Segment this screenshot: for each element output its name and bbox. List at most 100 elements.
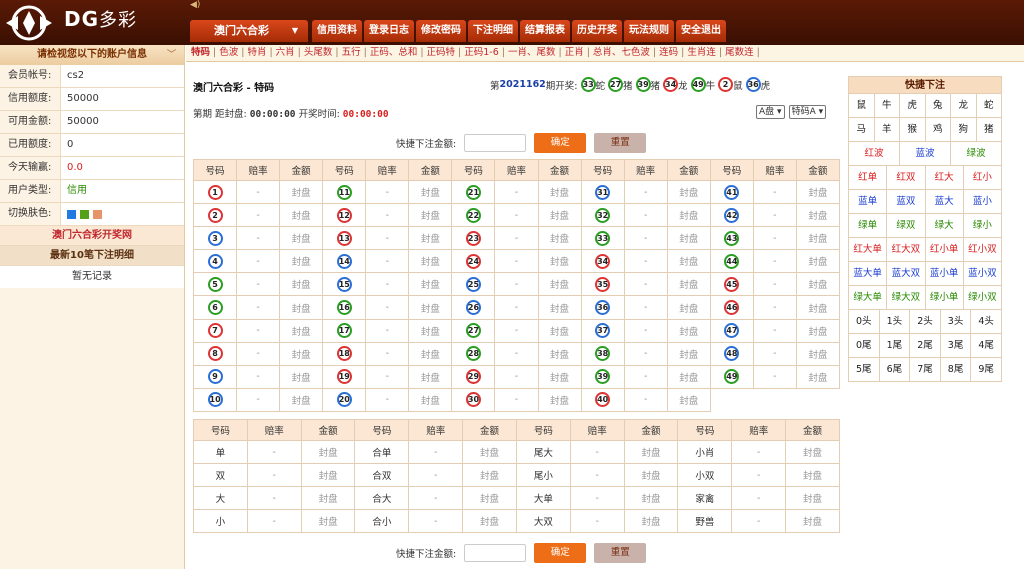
quick-bet-option[interactable]: 红小单 — [925, 238, 964, 262]
top-nav-item[interactable]: 玩法规则 — [624, 20, 674, 42]
amount-cell-closed[interactable]: 封盘 — [462, 463, 517, 488]
quick-bet-option[interactable]: 狗 — [951, 118, 977, 142]
sub-nav-item[interactable]: 正码、总和 — [370, 47, 418, 58]
amount-cell-closed[interactable]: 封盘 — [408, 249, 453, 274]
quick-bet-option[interactable]: 牛 — [874, 94, 900, 118]
reset-button[interactable]: 重置 — [594, 543, 647, 563]
reset-button[interactable]: 重置 — [594, 133, 647, 153]
quick-bet-option[interactable]: 绿单 — [849, 214, 888, 238]
quick-bet-option[interactable]: 红小双 — [963, 238, 1002, 262]
quick-bet-option[interactable]: 蓝大双 — [887, 262, 926, 286]
sub-nav-item[interactable]: 正码1-6 — [464, 47, 499, 58]
quick-bet-option[interactable]: 4尾 — [971, 334, 1002, 358]
amount-cell-closed[interactable]: 封盘 — [300, 439, 356, 465]
quick-bet-option[interactable]: 0头 — [849, 310, 880, 334]
sub-nav-item[interactable]: 生肖连 — [687, 47, 716, 58]
amount-cell-closed[interactable]: 封盘 — [300, 486, 356, 511]
sub-nav-item[interactable]: 六肖 — [276, 47, 295, 58]
quick-bet-option[interactable]: 鼠 — [849, 94, 875, 118]
sidebar-header[interactable]: 请检视您以下的账户信息 ﹀ — [0, 45, 184, 65]
quick-bet-option[interactable]: 4头 — [971, 310, 1002, 334]
quick-bet-option[interactable]: 蓝大单 — [849, 262, 888, 286]
amount-cell-closed[interactable]: 封盘 — [462, 486, 517, 511]
sub-nav-item[interactable]: 总肖、七色波 — [593, 47, 650, 58]
quick-bet-option[interactable]: 兔 — [925, 94, 951, 118]
amount-cell-closed[interactable]: 封盘 — [795, 364, 841, 389]
quick-bet-option[interactable]: 红大单 — [849, 238, 888, 262]
quick-bet-option[interactable]: 7尾 — [910, 358, 941, 382]
amount-cell-closed[interactable]: 封盘 — [666, 318, 711, 343]
confirm-button[interactable]: 确定 — [534, 133, 587, 153]
top-nav-item[interactable]: 登录日志 — [364, 20, 414, 42]
amount-cell-closed[interactable]: 封盘 — [408, 272, 453, 297]
skin-swatch[interactable] — [67, 210, 76, 219]
amount-cell-closed[interactable]: 封盘 — [279, 226, 324, 251]
amount-cell-closed[interactable]: 封盘 — [785, 486, 840, 511]
sub-nav-item[interactable]: 正肖 — [565, 47, 584, 58]
quick-bet-amount-input[interactable] — [464, 544, 527, 562]
quick-bet-option[interactable]: 龙 — [951, 94, 977, 118]
skin-swatch[interactable] — [93, 210, 102, 219]
quick-bet-option[interactable]: 绿小双 — [963, 286, 1002, 310]
sub-nav-item[interactable]: 一肖、尾数 — [508, 47, 556, 58]
quick-bet-option[interactable]: 马 — [849, 118, 875, 142]
quick-bet-option[interactable]: 蛇 — [976, 94, 1002, 118]
quick-bet-option[interactable]: 猴 — [900, 118, 926, 142]
lottery-link[interactable]: 澳门六合彩开奖网 — [0, 226, 184, 246]
quick-bet-option[interactable]: 6尾 — [879, 358, 911, 382]
amount-cell-closed[interactable]: 封盘 — [408, 318, 453, 343]
quick-bet-option[interactable]: 红双 — [887, 166, 926, 190]
sub-nav-item[interactable]: 五行 — [342, 47, 361, 58]
amount-cell-closed[interactable]: 封盘 — [408, 295, 453, 320]
amount-cell-closed[interactable]: 封盘 — [795, 341, 841, 366]
amount-cell-closed[interactable]: 封盘 — [795, 179, 841, 205]
amount-cell-closed[interactable]: 封盘 — [666, 226, 711, 251]
pan-select[interactable]: A盘 ▾ — [756, 105, 785, 119]
sub-nav-item[interactable]: 特码 — [191, 47, 210, 58]
amount-cell-closed[interactable]: 封盘 — [279, 203, 324, 228]
amount-cell-closed[interactable]: 封盘 — [408, 387, 453, 412]
amount-cell-closed[interactable]: 封盘 — [408, 341, 453, 366]
quick-bet-option[interactable]: 1头 — [879, 310, 911, 334]
amount-cell-closed[interactable]: 封盘 — [537, 179, 582, 205]
top-nav-item[interactable]: 下注明细 — [468, 20, 518, 42]
game-select[interactable]: 澳门六合彩 ▼ — [190, 20, 308, 42]
quick-bet-option[interactable]: 蓝双 — [887, 190, 926, 214]
quick-bet-option[interactable]: 蓝大 — [925, 190, 964, 214]
quick-bet-option[interactable]: 蓝小单 — [925, 262, 964, 286]
amount-cell-closed[interactable]: 封盘 — [408, 203, 453, 228]
amount-cell-closed[interactable]: 封盘 — [537, 318, 582, 343]
quick-bet-option[interactable]: 羊 — [874, 118, 900, 142]
amount-cell-closed[interactable]: 封盘 — [537, 272, 582, 297]
confirm-button[interactable]: 确定 — [534, 543, 587, 563]
quick-bet-option[interactable]: 蓝波 — [900, 142, 951, 166]
quick-bet-option[interactable]: 9尾 — [971, 358, 1002, 382]
amount-cell-closed[interactable]: 封盘 — [300, 463, 356, 488]
quick-bet-option[interactable]: 5尾 — [849, 358, 880, 382]
amount-cell-closed[interactable]: 封盘 — [666, 387, 711, 412]
quick-bet-option[interactable]: 猪 — [976, 118, 1002, 142]
amount-cell-closed[interactable]: 封盘 — [408, 364, 453, 389]
amount-cell-closed[interactable]: 封盘 — [795, 249, 841, 274]
quick-bet-option[interactable]: 3尾 — [940, 334, 972, 358]
amount-cell-closed[interactable]: 封盘 — [537, 364, 582, 389]
amount-cell-closed[interactable]: 封盘 — [279, 295, 324, 320]
quick-bet-option[interactable]: 绿双 — [887, 214, 926, 238]
amount-cell-closed[interactable]: 封盘 — [666, 272, 711, 297]
quick-bet-option[interactable]: 红大双 — [887, 238, 926, 262]
quick-bet-option[interactable]: 绿大双 — [887, 286, 926, 310]
quick-bet-option[interactable]: 蓝小双 — [963, 262, 1002, 286]
quick-bet-option[interactable]: 2尾 — [910, 334, 941, 358]
amount-cell-closed[interactable]: 封盘 — [795, 203, 841, 228]
amount-cell-closed[interactable]: 封盘 — [279, 318, 324, 343]
quick-bet-option[interactable]: 鸡 — [925, 118, 951, 142]
amount-cell-closed[interactable]: 封盘 — [666, 295, 711, 320]
amount-cell-closed[interactable]: 封盘 — [462, 509, 517, 534]
quick-bet-option[interactable]: 2头 — [910, 310, 941, 334]
amount-cell-closed[interactable]: 封盘 — [795, 272, 841, 297]
amount-cell-closed[interactable]: 封盘 — [795, 226, 841, 251]
quick-bet-option[interactable]: 绿大单 — [849, 286, 888, 310]
amount-cell-closed[interactable]: 封盘 — [408, 179, 453, 205]
amount-cell-closed[interactable]: 封盘 — [537, 249, 582, 274]
amount-cell-closed[interactable]: 封盘 — [279, 179, 324, 205]
